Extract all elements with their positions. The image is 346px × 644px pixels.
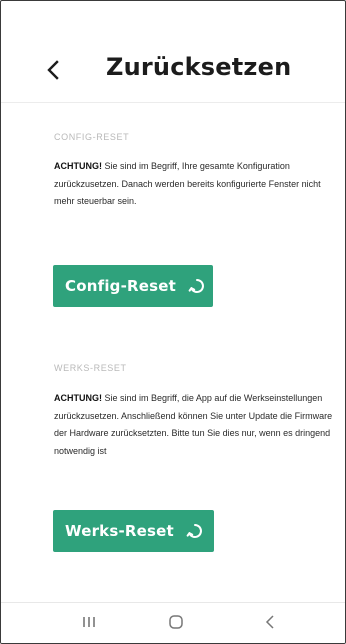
app-header: Zurücksetzen — [1, 1, 345, 103]
factory-reset-warning: ACHTUNG! Sie sind im Begriff, die App au… — [54, 390, 339, 460]
back-icon — [265, 615, 274, 629]
home-button[interactable] — [164, 611, 188, 633]
config-reset-warning-bold: ACHTUNG! — [54, 161, 102, 171]
home-icon — [169, 615, 183, 629]
back-button[interactable] — [41, 57, 67, 83]
reset-icon — [186, 522, 204, 540]
reset-icon — [188, 277, 206, 295]
chevron-left-icon — [47, 60, 59, 80]
factory-reset-button-label: Werks-Reset — [65, 522, 174, 540]
recents-icon — [83, 617, 95, 627]
phone-frame: Zurücksetzen CONFIG-RESET ACHTUNG! Sie s… — [0, 0, 346, 644]
factory-reset-section-label: WERKS-RESET — [54, 363, 127, 373]
system-navigation-bar — [1, 602, 345, 643]
system-back-button[interactable] — [259, 611, 283, 633]
config-reset-button[interactable]: Config-Reset — [53, 265, 213, 307]
recents-button[interactable] — [77, 611, 101, 633]
config-reset-warning: ACHTUNG! Sie sind im Begriff, Ihre gesam… — [54, 158, 339, 211]
page-title: Zurücksetzen — [106, 53, 292, 81]
config-reset-button-label: Config-Reset — [65, 277, 177, 295]
factory-reset-button[interactable]: Werks-Reset — [53, 510, 214, 552]
config-reset-section-label: CONFIG-RESET — [54, 132, 130, 142]
factory-reset-warning-bold: ACHTUNG! — [54, 393, 102, 403]
